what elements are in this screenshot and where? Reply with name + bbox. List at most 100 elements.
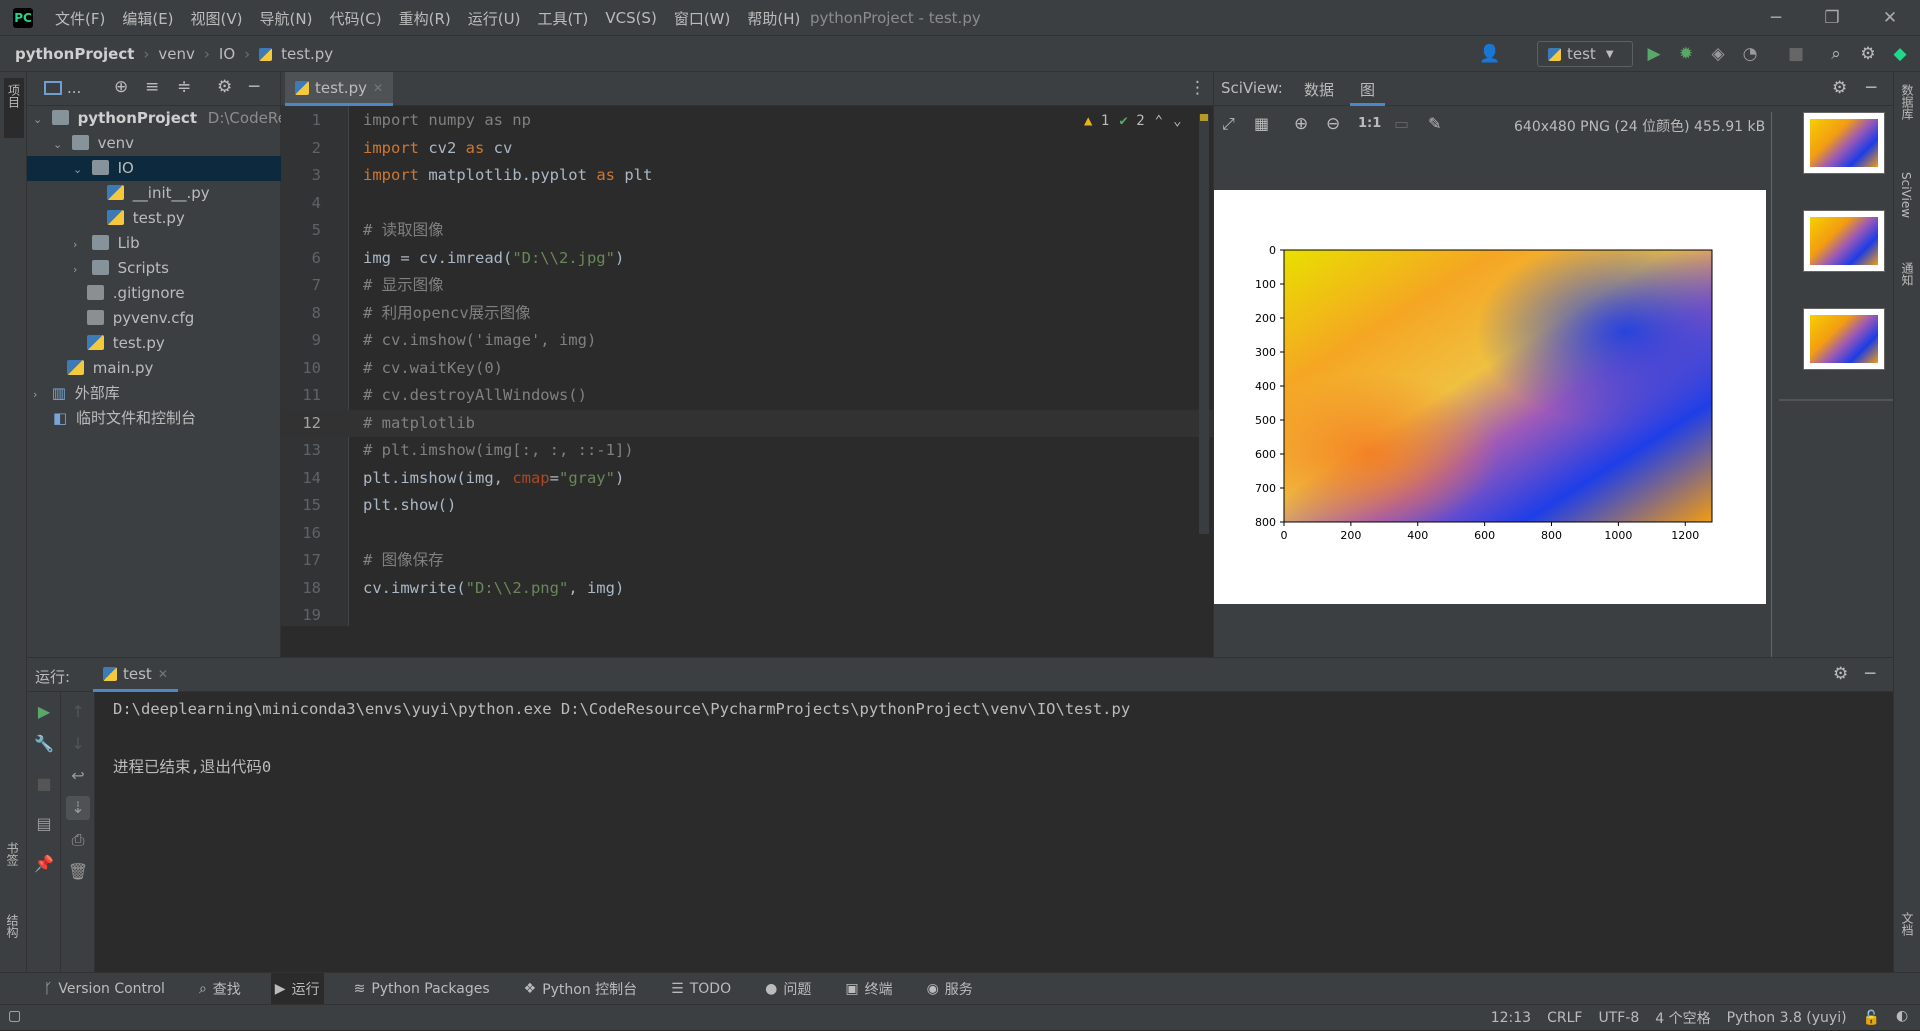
breadcrumb-file[interactable]: test.py	[281, 45, 333, 63]
run-icon[interactable]: ▶	[1642, 42, 1666, 66]
vcs-user-icon[interactable]: 👤	[1478, 42, 1502, 66]
menu-edit[interactable]: 编辑(E)	[122, 8, 173, 29]
tool-run[interactable]: ▶ 运行	[270, 972, 324, 1005]
breadcrumb-project[interactable]: pythonProject	[15, 45, 134, 63]
color-picker-icon[interactable]: ✎	[1428, 114, 1441, 133]
restore-icon[interactable]: ❐	[1818, 6, 1846, 30]
chevron-down-icon[interactable]: ⌄	[53, 132, 67, 157]
tree-item-pyvenv-cfg[interactable]: pyvenv.cfg	[27, 306, 281, 331]
caret-position[interactable]: 12:13	[1491, 1010, 1531, 1026]
tree-item-init-py[interactable]: __init__.py	[27, 181, 281, 206]
tool-find[interactable]: ⌕ 查找	[195, 973, 245, 1005]
code-line[interactable]: 13 # plt.imshow(img[:, :, ::-1])	[281, 437, 1213, 465]
error-stripe-mark[interactable]	[1200, 114, 1208, 121]
menu-help[interactable]: 帮助(H)	[747, 8, 800, 29]
project-view-icon[interactable]	[44, 81, 62, 95]
code-line[interactable]: 11 # cv.destroyAllWindows()	[281, 382, 1213, 410]
profile-icon[interactable]: ◔	[1738, 42, 1762, 66]
code-line[interactable]: 15 plt.show()	[281, 492, 1213, 520]
menu-vcs[interactable]: VCS(S)	[605, 9, 656, 27]
panel-toggle-icon[interactable]: ▢	[8, 1008, 21, 1024]
warning-indicator[interactable]: ▲ 1	[1084, 113, 1109, 129]
code-line[interactable]: 17 # 图像保存	[281, 547, 1213, 575]
menu-window[interactable]: 窗口(W)	[674, 8, 731, 29]
code-line[interactable]: 5 # 读取图像	[281, 217, 1213, 245]
plot-thumbnail[interactable]	[1803, 210, 1885, 272]
run-config-selector[interactable]: test ▼	[1537, 41, 1633, 67]
arrow-up-icon[interactable]: ↑	[66, 700, 90, 724]
tree-item-main-py[interactable]: main.py	[27, 356, 281, 381]
chevron-right-icon[interactable]: ›	[33, 382, 47, 407]
line-separator[interactable]: CRLF	[1547, 1010, 1582, 1026]
chevron-right-icon[interactable]: ›	[73, 257, 87, 282]
weak-warning-indicator[interactable]: ✔ 2	[1119, 113, 1144, 129]
tree-item-venv[interactable]: ⌄ venv	[27, 131, 281, 156]
tab-data[interactable]: 数据	[1304, 79, 1334, 100]
tree-item-pythonproject[interactable]: ⌄ pythonProject D:\CodeRes	[27, 106, 295, 132]
gear-icon[interactable]: ⚙	[1833, 664, 1848, 684]
code-line[interactable]: 9 # cv.imshow('image', img)	[281, 327, 1213, 355]
background-icon[interactable]: ▭	[1394, 114, 1409, 133]
tab-plots[interactable]: 图	[1350, 72, 1386, 106]
code-line[interactable]: 2 import cv2 as cv	[281, 135, 1213, 163]
editor-scrollbar-track[interactable]	[1199, 114, 1209, 534]
fit-to-window-icon[interactable]: ⤢	[1222, 114, 1235, 134]
code-line[interactable]: 4	[281, 190, 1213, 218]
chevron-down-icon[interactable]: ⌄	[33, 107, 47, 132]
menu-file[interactable]: 文件(F)	[55, 8, 105, 29]
tree-item-scripts[interactable]: › Scripts	[27, 256, 281, 281]
menu-tools[interactable]: 工具(T)	[537, 8, 588, 29]
code-line[interactable]: 10 # cv.waitKey(0)	[281, 355, 1213, 383]
search-icon[interactable]: ⌕	[1824, 42, 1848, 66]
pin-icon[interactable]: 📌	[32, 852, 56, 876]
expand-all-icon[interactable]: ≡	[145, 77, 159, 97]
collapse-all-icon[interactable]: ≑	[177, 77, 191, 97]
tree-item-io[interactable]: ⌄ IO	[27, 156, 281, 181]
gear-icon[interactable]: ⚙	[1832, 78, 1847, 98]
menu-view[interactable]: 视图(V)	[191, 8, 243, 29]
zoom-in-icon[interactable]: ⊕	[1294, 114, 1308, 134]
memory-indicator-icon[interactable]: ◐	[1896, 1008, 1908, 1024]
more-options-icon[interactable]: ⋮	[1189, 78, 1206, 98]
tool-terminal[interactable]: ▣ 终端	[841, 973, 896, 1005]
project-tool-button[interactable]: 项目	[4, 78, 24, 138]
tool-problems[interactable]: ● 问题	[761, 973, 815, 1005]
tree-item-test-py[interactable]: test.py	[27, 206, 281, 231]
scroll-to-end-icon[interactable]: ⇣	[66, 796, 90, 820]
print-icon[interactable]: ⎙	[66, 828, 90, 852]
locate-icon[interactable]: ⊕	[114, 77, 128, 97]
menu-run[interactable]: 运行(U)	[468, 8, 521, 29]
wrench-icon[interactable]: 🔧	[32, 732, 56, 756]
python-interpreter[interactable]: Python 3.8 (yuyi)	[1727, 1010, 1847, 1026]
tree-item-lib[interactable]: › Lib	[27, 231, 281, 256]
plot-canvas[interactable]: 0 200 400 600 800 1000 1200 0 100 200 300 400 500 60…	[1214, 190, 1766, 604]
minimize-icon[interactable]: ─	[1762, 6, 1790, 30]
debug-icon[interactable]: ✹	[1674, 42, 1698, 66]
code-line[interactable]: 8 # 利用opencv展示图像	[281, 300, 1213, 328]
menu-code[interactable]: 代码(C)	[329, 8, 381, 29]
code-line[interactable]: 16	[281, 520, 1213, 548]
zoom-out-icon[interactable]: ⊖	[1326, 114, 1340, 134]
lock-icon[interactable]: 🔓	[1863, 1010, 1880, 1026]
plot-thumbnail[interactable]	[1803, 308, 1885, 370]
database-tool-button[interactable]: 数据库	[1899, 84, 1920, 120]
tool-python-console[interactable]: ❖ Python 控制台	[520, 973, 642, 1005]
next-highlight-icon[interactable]: ⌄	[1173, 113, 1181, 129]
code-line[interactable]: 1 import numpy as np	[281, 107, 1213, 135]
grid-icon[interactable]: ▦	[1254, 114, 1269, 133]
rerun-icon[interactable]: ▶	[32, 700, 56, 724]
tool-python-packages[interactable]: ≋ Python Packages	[350, 973, 494, 1005]
tool-version-control[interactable]: ᚴ Version Control	[40, 973, 169, 1005]
jetbrains-logo-icon[interactable]: ◆	[1888, 42, 1912, 66]
documentation-tool-button[interactable]: 文档	[1899, 912, 1920, 936]
console-output[interactable]: D:\deeplearning\miniconda3\envs\yuyi\pyt…	[113, 692, 1883, 973]
code-line[interactable]: 19	[281, 602, 1213, 630]
code-editor[interactable]: 1 import numpy as np 2 import cv2 as cv 3 imp…	[281, 106, 1213, 626]
chevron-right-icon[interactable]: ›	[73, 232, 87, 257]
editor-tab-test-py[interactable]: test.py ✕	[285, 72, 394, 106]
stop-icon[interactable]: ■	[1784, 42, 1808, 66]
tree-item-external-libraries[interactable]: › ▥ 外部库	[27, 381, 281, 406]
notifications-tool-button[interactable]: 通知	[1899, 262, 1920, 286]
arrow-down-icon[interactable]: ↓	[66, 732, 90, 756]
code-line[interactable]: 3 import matplotlib.pyplot as plt	[281, 162, 1213, 190]
